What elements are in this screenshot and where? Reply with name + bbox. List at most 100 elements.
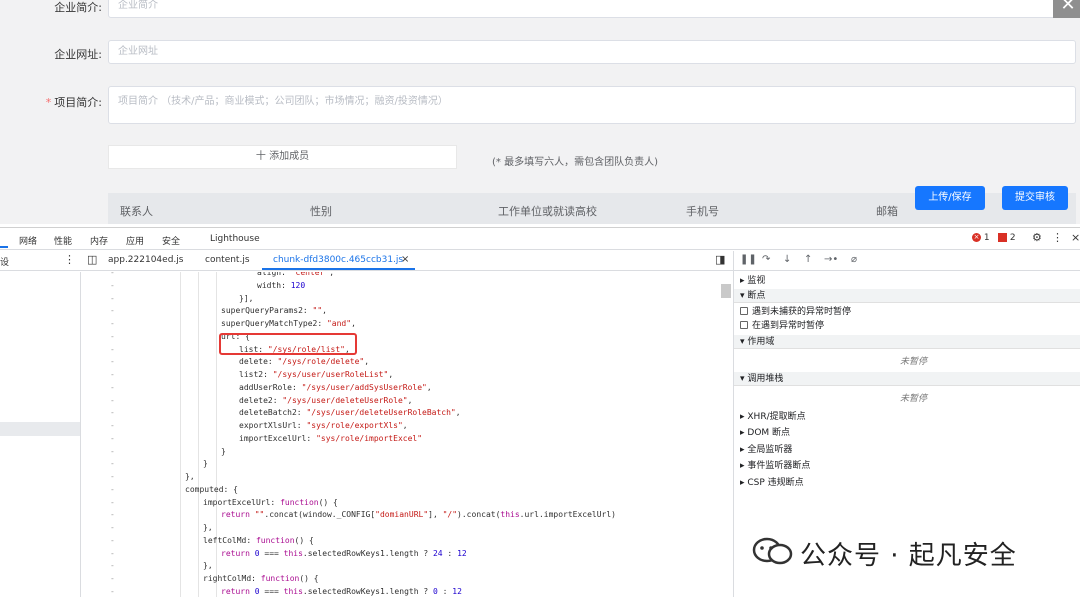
- code-line[interactable]: exportXlsUrl: "sys/role/exportXls",: [239, 421, 408, 430]
- tab-application[interactable]: 应用: [126, 234, 144, 247]
- code-line[interactable]: }: [221, 447, 226, 456]
- toggle-debugger-icon[interactable]: ◨: [715, 253, 725, 266]
- add-member-button[interactable]: 十 添加成员: [108, 145, 457, 169]
- code-line[interactable]: },: [185, 472, 195, 481]
- gutter-marker[interactable]: -: [110, 536, 115, 545]
- checkbox[interactable]: [740, 307, 748, 315]
- toggle-navigator-icon[interactable]: ◫: [87, 253, 97, 266]
- file-tab-content[interactable]: content.js: [205, 255, 250, 265]
- checkbox[interactable]: [740, 321, 748, 329]
- deactivate-breakpoints-icon[interactable]: ⌀: [851, 254, 857, 265]
- code-line[interactable]: return 0 === this.selectedRowKeys1.lengt…: [221, 587, 462, 596]
- gutter-marker[interactable]: -: [110, 281, 115, 290]
- tab-performance[interactable]: 性能: [54, 234, 72, 247]
- gutter-marker[interactable]: -: [110, 549, 115, 558]
- gutter-marker[interactable]: -: [110, 587, 115, 596]
- code-line[interactable]: superQueryMatchType2: "and",: [221, 319, 356, 328]
- upload-save-button[interactable]: 上传/保存: [915, 186, 985, 210]
- project-intro-textarea[interactable]: 项目简介 （技术/产品；商业模式；公司团队；市场情况；融资/投资情况）: [108, 86, 1076, 124]
- submit-review-button[interactable]: 提交审核: [1002, 186, 1068, 210]
- gutter-marker[interactable]: -: [110, 459, 115, 468]
- code-line[interactable]: },: [203, 561, 213, 570]
- step-over-icon[interactable]: ↷: [762, 254, 770, 265]
- close-icon[interactable]: ✕: [1053, 0, 1080, 18]
- global-listeners-section[interactable]: ▸ 全局监听器: [734, 442, 1080, 458]
- xhr-breakpoints-section[interactable]: ▸ XHR/提取断点: [734, 409, 1080, 425]
- more-options-icon[interactable]: ⋮: [64, 253, 75, 266]
- gutter-marker[interactable]: -: [110, 574, 115, 583]
- code-line[interactable]: delete2: "/sys/user/deleteUserRole",: [239, 396, 412, 405]
- gutter-marker[interactable]: -: [110, 357, 115, 366]
- scope-label: 作用域: [747, 337, 775, 347]
- file-tab-chunk[interactable]: chunk-dfd3800c.465ccb31.js: [273, 255, 403, 265]
- code-line[interactable]: importExcelUrl: "sys/role/importExcel": [239, 434, 422, 443]
- company-url-input[interactable]: 企业网址: [108, 40, 1076, 64]
- gear-icon[interactable]: ⚙: [1032, 231, 1042, 244]
- scope-section[interactable]: ▾ 作用域: [734, 335, 1080, 349]
- code-line[interactable]: return "".concat(window._CONFIG["domianU…: [221, 510, 616, 519]
- step-into-icon[interactable]: ↓: [783, 254, 791, 265]
- pause-uncaught-option[interactable]: 遇到未捕获的异常时暂停: [734, 305, 1080, 319]
- code-line[interactable]: return 0 === this.selectedRowKeys1.lengt…: [221, 549, 467, 558]
- gutter-marker[interactable]: -: [110, 485, 115, 494]
- gutter-marker[interactable]: -: [110, 319, 115, 328]
- dom-breakpoints-section[interactable]: ▸ DOM 断点: [734, 425, 1080, 441]
- code-line[interactable]: width: 120: [257, 281, 305, 290]
- code-line[interactable]: addUserRole: "/sys/user/addSysUserRole",: [239, 383, 432, 392]
- more-icon[interactable]: ⋮: [1052, 231, 1063, 244]
- code-line[interactable]: }: [203, 459, 208, 468]
- pause-icon[interactable]: ❚❚: [740, 254, 757, 265]
- code-line[interactable]: align: "center",: [257, 272, 334, 277]
- gutter-marker[interactable]: -: [110, 472, 115, 481]
- code-editor[interactable]: - align: "center", - width: 120 -}], - superQu…: [82, 272, 732, 597]
- code-line[interactable]: delete: "/sys/role/delete",: [239, 357, 369, 366]
- code-line[interactable]: superQueryParams2: "",: [221, 306, 327, 315]
- step-out-icon[interactable]: ↑: [804, 254, 812, 265]
- navigator-selected-row[interactable]: [0, 422, 80, 436]
- watch-section[interactable]: ▸ 监视: [734, 273, 1080, 289]
- gutter-marker[interactable]: -: [110, 510, 115, 519]
- gutter-marker[interactable]: -: [110, 396, 115, 405]
- code-line[interactable]: deleteBatch2: "/sys/user/deleteUserRoleB…: [239, 408, 461, 417]
- code-line[interactable]: },: [203, 523, 213, 532]
- tab-memory[interactable]: 内存: [90, 234, 108, 247]
- gutter-marker[interactable]: -: [110, 434, 115, 443]
- tab-security[interactable]: 安全: [162, 234, 180, 247]
- code-line[interactable]: rightColMd: function() {: [203, 574, 319, 583]
- gutter-marker[interactable]: -: [110, 561, 115, 570]
- file-tab-app[interactable]: app.222104ed.js: [108, 255, 183, 265]
- gutter-marker[interactable]: -: [110, 523, 115, 532]
- gutter-marker[interactable]: -: [110, 306, 115, 315]
- code-line[interactable]: computed: {: [185, 485, 238, 494]
- company-intro-input[interactable]: 企业简介: [108, 0, 1076, 18]
- close-devtools-icon[interactable]: ×: [1071, 231, 1080, 244]
- tab-network[interactable]: 网络: [19, 234, 37, 247]
- gutter-marker[interactable]: -: [110, 294, 115, 303]
- editor-scrollbar[interactable]: [721, 284, 731, 298]
- code-line[interactable]: list2: "/sys/user/userRoleList",: [239, 370, 393, 379]
- warning-counter[interactable]: 2: [998, 233, 1016, 243]
- call-stack-section[interactable]: ▾ 调用堆栈: [734, 372, 1080, 386]
- gutter-marker[interactable]: -: [110, 370, 115, 379]
- code-line[interactable]: importExcelUrl: function() {: [203, 498, 338, 507]
- gutter-marker[interactable]: -: [110, 421, 115, 430]
- gutter-marker[interactable]: -: [110, 272, 115, 277]
- col-email: 邮箱: [876, 205, 898, 218]
- gutter-marker[interactable]: -: [110, 345, 115, 354]
- gutter-marker[interactable]: -: [110, 447, 115, 456]
- csp-breakpoints-section[interactable]: ▸ CSP 违规断点: [734, 475, 1080, 491]
- code-line[interactable]: }],: [239, 294, 253, 303]
- gutter-marker[interactable]: -: [110, 332, 115, 341]
- step-icon[interactable]: →•: [824, 254, 838, 265]
- pause-caught-option[interactable]: 在遇到异常时暂停: [734, 319, 1080, 333]
- gutter-marker[interactable]: -: [110, 383, 115, 392]
- event-listener-breakpoints-section[interactable]: ▸ 事件监听器断点: [734, 458, 1080, 474]
- tab-lighthouse[interactable]: Lighthouse: [210, 234, 260, 244]
- tab-active-edge[interactable]: [0, 228, 8, 248]
- gutter-marker[interactable]: -: [110, 498, 115, 507]
- code-line[interactable]: leftColMd: function() {: [203, 536, 314, 545]
- close-tab-icon[interactable]: ×: [401, 254, 409, 265]
- breakpoints-section[interactable]: ▾ 断点: [734, 289, 1080, 303]
- gutter-marker[interactable]: -: [110, 408, 115, 417]
- error-counter[interactable]: × 1: [972, 233, 990, 243]
